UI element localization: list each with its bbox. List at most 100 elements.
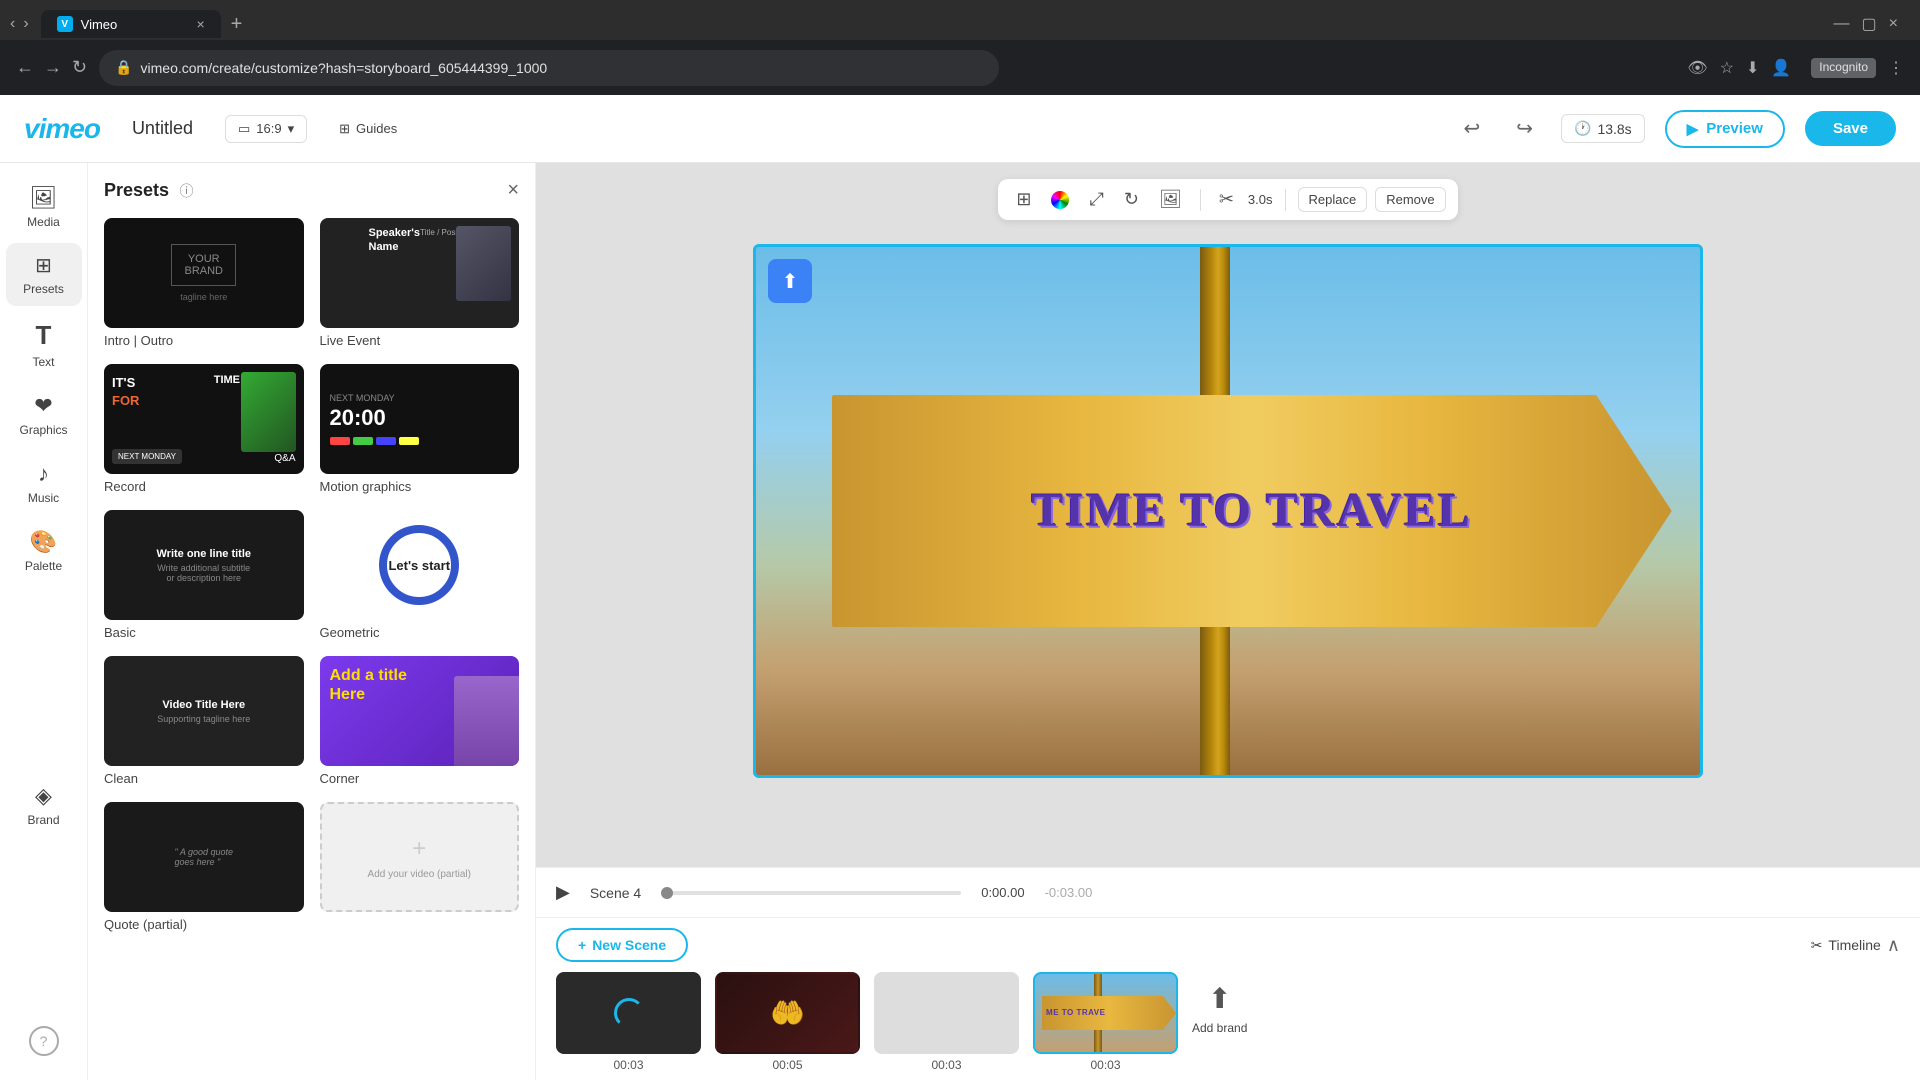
sidebar-label-text: Text [32, 355, 54, 369]
scissors-tool-btn[interactable]: ✂ [1213, 185, 1240, 214]
address-text: vimeo.com/create/customize?hash=storyboa… [141, 60, 984, 76]
close-btn[interactable]: × [1889, 15, 1898, 33]
upload-icon: ⬆ [782, 269, 799, 294]
upload-btn[interactable]: ⬆ [768, 259, 812, 303]
window-controls: — ▢ × [1834, 14, 1910, 34]
canvas-frame: TIME TO TRAVEL ⬆ [753, 244, 1703, 778]
preset-quote[interactable]: " A good quotegoes here " Quote (partial… [104, 802, 304, 932]
tab-favicon: V [57, 16, 73, 32]
chevron-down-icon: ▾ [288, 121, 295, 137]
preset-intro-outro[interactable]: YOURBRAND tagline here Intro | Outro [104, 218, 304, 348]
minimize-btn[interactable]: — [1834, 15, 1850, 33]
sidebar-item-media[interactable]: 🖼 Media [6, 175, 82, 239]
preset-label-basic: Basic [104, 625, 304, 640]
preset-live-event[interactable]: Speaker'sName Title / Position Live Even… [320, 218, 520, 348]
new-tab-btn[interactable]: + [225, 13, 249, 36]
canvas-area: TIME TO TRAVEL ⬆ [536, 244, 1920, 867]
scene-thumb-1[interactable]: 00:03 [556, 972, 701, 1072]
help-btn[interactable]: ? [29, 1026, 59, 1056]
sidebar-item-palette[interactable]: 🎨 Palette [6, 519, 82, 583]
eye-off-icon[interactable]: 👁 [1687, 58, 1707, 78]
profile-icon[interactable]: 👤 [1771, 58, 1791, 78]
undo-btn[interactable]: ↩ [1455, 112, 1488, 145]
add-brand-col[interactable]: ⬆ Add brand [1192, 972, 1247, 1035]
media-icon: 🖼 [30, 185, 58, 211]
scene-1-img [556, 972, 701, 1054]
save-btn[interactable]: Save [1805, 111, 1896, 146]
preset-label-live: Live Event [320, 333, 520, 348]
presets-title: Presets [104, 180, 169, 200]
aspect-ratio-label: 16:9 [256, 121, 281, 136]
preset-label-quote: Quote (partial) [104, 917, 304, 932]
tab-bar: ‹ › V Vimeo × + — ▢ × [0, 0, 1920, 40]
presets-icon: ⊞ [35, 253, 52, 278]
add-brand-icon: ⬆ [1208, 982, 1231, 1015]
preset-record[interactable]: IT'SFOR NEXT MONDAY TIME Q&A Record [104, 364, 304, 494]
sidebar-item-presets[interactable]: ⊞ Presets [6, 243, 82, 306]
redo-btn[interactable]: ↪ [1508, 112, 1541, 145]
more-icon[interactable]: ⋮ [1888, 58, 1904, 78]
project-title[interactable]: Untitled [132, 118, 193, 139]
bottom-controls: + New Scene ✂ Timeline ∧ [556, 928, 1900, 962]
sidebar-item-music[interactable]: ♪ Music [6, 451, 82, 515]
address-bar[interactable]: 🔒 vimeo.com/create/customize?hash=storyb… [99, 50, 999, 86]
maximize-btn[interactable]: ▢ [1862, 14, 1877, 34]
main-area: 🖼 Media ⊞ Presets T Text ❤ Graphics ♪ Mu… [0, 163, 1920, 1080]
brand-icon: ◈ [35, 783, 52, 809]
preset-thumb-clean: Video Title Here Supporting tagline here [104, 656, 304, 766]
tab-close-btn[interactable]: × [196, 16, 204, 32]
bookmark-icon[interactable]: ☆ [1720, 58, 1734, 78]
layout-tool-btn[interactable]: ⊞ [1010, 185, 1037, 214]
scene-thumb-4[interactable]: ME TO TRAVE 00:03 [1033, 972, 1178, 1072]
preset-motion-graphics[interactable]: NEXT MONDAY 20:00 Motion graphics [320, 364, 520, 494]
guides-btn[interactable]: ⊞ Guides [327, 116, 409, 142]
refresh-btn[interactable]: ↻ [72, 57, 87, 78]
preset-label-clean: Clean [104, 771, 304, 786]
sidebar-item-brand[interactable]: ◈ Brand [6, 773, 82, 837]
sidebar-label-palette: Palette [25, 559, 62, 573]
presets-close-btn[interactable]: × [507, 179, 519, 202]
play-btn[interactable]: ▶ [556, 882, 570, 903]
timeline-btn[interactable]: ✂ Timeline ∧ [1811, 935, 1900, 956]
expand-tool-btn[interactable]: ⤢ [1083, 185, 1109, 214]
palette-icon: 🎨 [30, 529, 57, 555]
presets-header: Presets ⓘ × [104, 179, 519, 202]
download-icon[interactable]: ⬇ [1746, 58, 1759, 78]
back-icon[interactable]: ‹ [10, 15, 15, 33]
scene-thumb-2[interactable]: 🤲 00:05 [715, 972, 860, 1072]
preset-add-video[interactable]: + Add your video (partial) [320, 802, 520, 932]
crop-tool-btn[interactable]: ↻ [1118, 185, 1145, 214]
scene-2-img: 🤲 [715, 972, 860, 1054]
sign-board: TIME TO TRAVEL [832, 395, 1672, 627]
music-icon: ♪ [38, 461, 49, 487]
preset-corner[interactable]: Add a titleHere Corner [320, 656, 520, 786]
new-scene-btn[interactable]: + New Scene [556, 928, 688, 962]
sidebar-item-text[interactable]: T Text [6, 310, 82, 379]
browser-chrome: ‹ › V Vimeo × + — ▢ × ← → ↻ 🔒 vimeo.com/… [0, 0, 1920, 95]
scene-2-time: 00:05 [772, 1058, 802, 1072]
forward-icon[interactable]: › [23, 15, 28, 33]
scene-thumb-3[interactable]: 00:03 [874, 972, 1019, 1072]
back-btn[interactable]: ← [16, 57, 34, 78]
remove-btn[interactable]: Remove [1375, 187, 1445, 212]
preset-thumb-add-video: + Add your video (partial) [320, 802, 520, 912]
graphics-icon: ❤ [34, 393, 52, 419]
guides-label: Guides [356, 121, 397, 136]
active-tab[interactable]: V Vimeo × [41, 10, 221, 38]
forward-btn[interactable]: → [44, 57, 62, 78]
preset-basic[interactable]: Write one line title Write additional su… [104, 510, 304, 640]
preview-btn[interactable]: ▶ Preview [1665, 110, 1785, 148]
preset-clean[interactable]: Video Title Here Supporting tagline here… [104, 656, 304, 786]
scene-1-spinner [614, 998, 644, 1028]
color-tool-btn[interactable] [1045, 187, 1075, 213]
sidebar-item-graphics[interactable]: ❤ Graphics [6, 383, 82, 447]
preset-label-intro: Intro | Outro [104, 333, 304, 348]
preset-geometric[interactable]: Let's start Geometric [320, 510, 520, 640]
aspect-ratio-btn[interactable]: ▭ 16:9 ▾ [225, 115, 307, 143]
preset-thumb-quote: " A good quotegoes here " [104, 802, 304, 912]
guides-icon: ⊞ [339, 121, 350, 137]
scene-progress-bar[interactable] [661, 891, 961, 895]
image-tool-btn[interactable]: 🖼 [1153, 185, 1188, 214]
replace-btn[interactable]: Replace [1298, 187, 1368, 212]
presets-info-icon[interactable]: ⓘ [180, 183, 194, 199]
